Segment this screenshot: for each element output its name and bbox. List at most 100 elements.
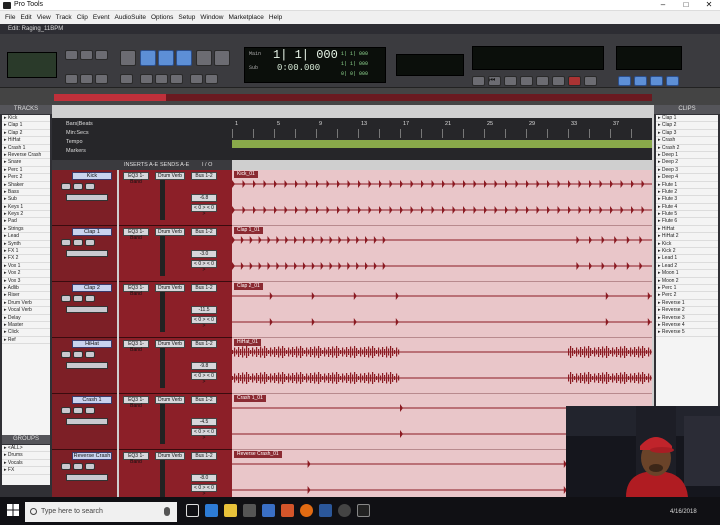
clip-list-item[interactable]: ▸ Kick 2 bbox=[656, 248, 718, 256]
record-button[interactable] bbox=[568, 76, 581, 86]
track-name[interactable]: Crash 1 bbox=[72, 396, 112, 404]
solo-button[interactable] bbox=[73, 407, 83, 414]
output-slot[interactable]: Bus 1-2 bbox=[191, 228, 217, 236]
menu-setup[interactable]: Setup bbox=[178, 11, 195, 24]
task-view-icon[interactable] bbox=[186, 504, 199, 517]
record-enable-button[interactable] bbox=[61, 239, 71, 246]
taskbar-search-input[interactable]: Type here to search bbox=[25, 502, 177, 522]
clip-list-item[interactable]: ▸ Moon 2 bbox=[656, 277, 718, 285]
min-secs-ruler[interactable] bbox=[232, 129, 652, 138]
clips-panel-header[interactable]: CLIPS bbox=[654, 105, 720, 114]
store-icon[interactable] bbox=[243, 504, 256, 517]
go-to-end-button[interactable] bbox=[584, 76, 597, 86]
tab-to-transient-button[interactable] bbox=[120, 74, 133, 84]
tempo-ruler-button[interactable] bbox=[666, 76, 679, 86]
clip-list-item[interactable]: ▸ Clap 1 bbox=[656, 115, 718, 123]
menu-view[interactable]: View bbox=[37, 11, 51, 24]
clip-list-item[interactable]: ▸ Flute 6 bbox=[656, 218, 718, 226]
spot-button[interactable] bbox=[80, 50, 93, 60]
track-list-item[interactable]: ▸ Ref bbox=[2, 336, 50, 345]
track-list-item[interactable]: ▸ Sub bbox=[2, 196, 50, 204]
ruler-label-markers[interactable]: Markers bbox=[52, 147, 232, 156]
menu-track[interactable]: Track bbox=[56, 11, 72, 24]
groups-panel-header[interactable]: GROUPS bbox=[2, 435, 50, 444]
track-header[interactable]: Clap 1 bbox=[52, 226, 117, 282]
track-fader[interactable] bbox=[160, 292, 165, 332]
insert-slot[interactable]: EQ3 1-Band bbox=[123, 340, 149, 353]
track-list-item[interactable]: ▸ Lead bbox=[2, 233, 50, 241]
output-slot[interactable]: Bus 1-2 bbox=[191, 284, 217, 292]
send-slot[interactable]: Drum Verb bbox=[155, 172, 185, 180]
track-header[interactable]: Kick bbox=[52, 170, 117, 226]
track-name[interactable]: Clap 2 bbox=[72, 284, 112, 292]
track-list-item[interactable]: ▸ Snare bbox=[2, 159, 50, 167]
menu-window[interactable]: Window bbox=[200, 11, 223, 24]
nudge-display[interactable] bbox=[396, 54, 464, 76]
solo-button[interactable] bbox=[73, 239, 83, 246]
return-to-zero-button[interactable]: ⏮ bbox=[488, 76, 501, 86]
track-list-item[interactable]: ▸ Synth bbox=[2, 240, 50, 249]
punch-display[interactable] bbox=[472, 46, 604, 70]
menu-help[interactable]: Help bbox=[269, 11, 282, 24]
insertion-follows-button[interactable] bbox=[205, 74, 218, 84]
close-button[interactable]: ✕ bbox=[698, 0, 720, 11]
meter-tempo-display[interactable] bbox=[616, 46, 682, 70]
track-view-selector[interactable] bbox=[66, 418, 108, 425]
clip-list-item[interactable]: ▸ HiHat 2 bbox=[656, 233, 718, 241]
pan-readout[interactable]: < 0 > < 0 > bbox=[191, 484, 217, 497]
insert-slot[interactable]: EQ3 1-Band bbox=[123, 284, 149, 297]
insert-slot[interactable]: EQ3 1-Band bbox=[123, 452, 149, 465]
clip-list-item[interactable]: ▸ Deep 2 bbox=[656, 159, 718, 167]
track-list-item[interactable]: ▸ Keys 1 bbox=[2, 203, 50, 212]
mute-button[interactable] bbox=[85, 463, 95, 470]
photos-icon[interactable] bbox=[281, 504, 294, 517]
solo-button[interactable] bbox=[73, 463, 83, 470]
fast-forward-button[interactable] bbox=[520, 76, 533, 86]
track-name[interactable]: HiHat bbox=[72, 340, 112, 348]
pan-readout[interactable]: < 0 > < 0 > bbox=[191, 316, 217, 329]
avid-icon[interactable] bbox=[338, 504, 351, 517]
volume-readout[interactable]: -3.0 bbox=[191, 250, 217, 258]
universe-view-window[interactable] bbox=[54, 94, 166, 101]
clip-list-item[interactable]: ▸ Reverse 5 bbox=[656, 329, 718, 337]
track-list-item[interactable]: ▸ Perc 2 bbox=[2, 174, 50, 182]
wait-for-note-button[interactable] bbox=[618, 76, 631, 86]
volume-readout[interactable]: -4.5 bbox=[191, 418, 217, 426]
selector-tool-icon[interactable] bbox=[158, 50, 174, 66]
shuffle-button[interactable] bbox=[65, 50, 78, 60]
track-list-item[interactable]: ▸ Kick bbox=[2, 115, 50, 123]
track-playlist-lane[interactable]: Clap 2_01 bbox=[232, 282, 652, 338]
tracks-panel-header[interactable]: TRACKS bbox=[0, 105, 52, 114]
track-fader[interactable] bbox=[160, 404, 165, 444]
keyboard-focus-button[interactable] bbox=[190, 74, 203, 84]
track-fader[interactable] bbox=[160, 236, 165, 276]
track-list-item[interactable]: ▸ Adlib bbox=[2, 284, 50, 293]
track-list-item[interactable]: ▸ Crash 1 bbox=[2, 144, 50, 152]
ruler-label-tempo[interactable]: Tempo bbox=[52, 138, 232, 147]
pan-readout[interactable]: < 0 > < 0 > bbox=[191, 260, 217, 273]
track-fader[interactable] bbox=[160, 460, 165, 500]
track-header[interactable]: Crash 1 bbox=[52, 394, 117, 450]
menu-file[interactable]: File bbox=[5, 11, 15, 24]
track-list-item[interactable]: ▸ Reverse Crash bbox=[2, 151, 50, 160]
record-enable-button[interactable] bbox=[61, 295, 71, 302]
zoomer-tool-icon[interactable] bbox=[120, 50, 136, 66]
track-list-item[interactable]: ▸ Delay bbox=[2, 314, 50, 322]
main-counter[interactable]: Main Sub 1| 1| 000 0:00.000 1| 1| 000 1|… bbox=[244, 47, 386, 83]
track-playlist-lane[interactable]: HiHat_01 bbox=[232, 338, 652, 394]
record-enable-button[interactable] bbox=[61, 407, 71, 414]
pan-readout[interactable]: < 0 > < 0 > bbox=[191, 204, 217, 217]
clip-list-item[interactable]: ▸ Reverse 4 bbox=[656, 321, 718, 330]
track-list-item[interactable]: ▸ Bass bbox=[2, 188, 50, 197]
track-list-item[interactable]: ▸ FX 2 bbox=[2, 255, 50, 263]
solo-button[interactable] bbox=[73, 351, 83, 358]
link-track-button[interactable] bbox=[155, 74, 168, 84]
track-view-selector[interactable] bbox=[66, 250, 108, 257]
file-explorer-icon[interactable] bbox=[224, 504, 237, 517]
track-view-selector[interactable] bbox=[66, 474, 108, 481]
output-slot[interactable]: Bus 1-2 bbox=[191, 396, 217, 404]
mute-button[interactable] bbox=[85, 239, 95, 246]
output-slot[interactable]: Bus 1-2 bbox=[191, 172, 217, 180]
record-enable-button[interactable] bbox=[61, 183, 71, 190]
microphone-icon[interactable] bbox=[164, 507, 170, 516]
